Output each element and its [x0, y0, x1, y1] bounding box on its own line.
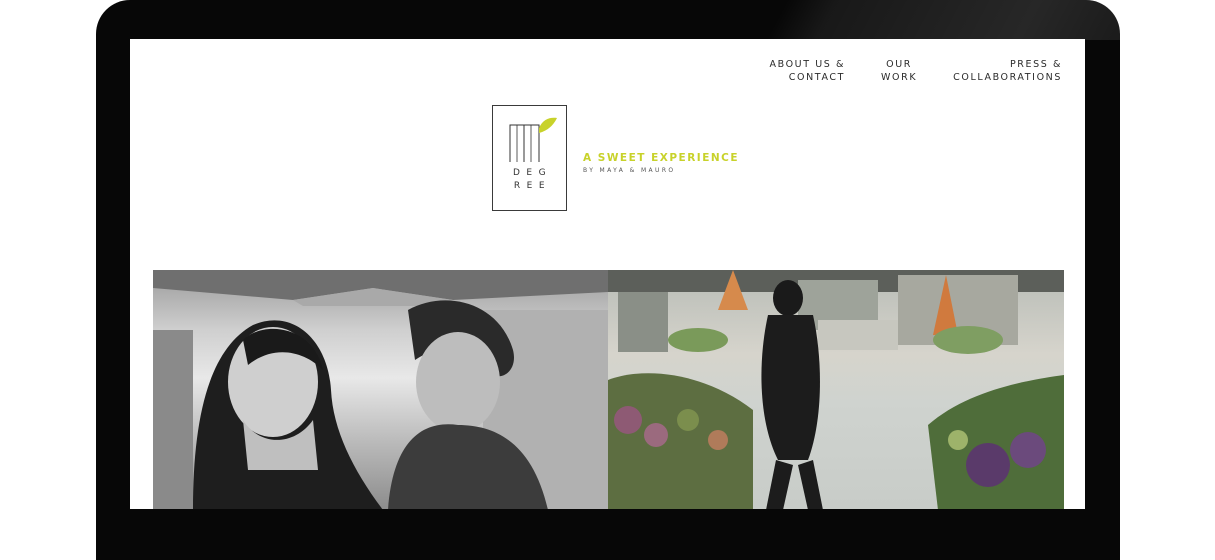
tagline: A SWEET EXPERIENCE BY MAYA & MAURO — [583, 152, 739, 174]
nav-press-line1: PRESS & — [1009, 59, 1062, 70]
nav-about-line1: ABOUT US & — [769, 59, 846, 70]
nav-press-collaborations[interactable]: PRESS & COLLABORATIONS — [953, 58, 1062, 84]
nav-about-line2: CONTACT — [788, 72, 846, 83]
tagline-sub: BY MAYA & MAURO — [583, 167, 676, 174]
market-photo-icon — [608, 270, 1064, 509]
couple-photo[interactable] — [153, 270, 608, 509]
nav-work-line2: WORK — [881, 72, 918, 83]
nav-about-contact[interactable]: ABOUT US & CONTACT — [770, 58, 846, 84]
degree-logo[interactable]: DEG REE — [492, 105, 567, 211]
nav-work-line1: OUR — [886, 59, 913, 70]
nav-our-work[interactable]: OUR WORK — [881, 58, 917, 84]
logo-text-ree: REE — [513, 181, 552, 191]
couple-photo-icon — [153, 270, 608, 509]
market-photo[interactable] — [608, 270, 1064, 509]
main-nav: ABOUT US & CONTACT OUR WORK PRESS & COLL… — [770, 58, 1062, 84]
hero-photos — [153, 270, 1064, 509]
nav-press-line2: COLLABORATIONS — [953, 72, 1062, 83]
logo-text-deg: DEG — [512, 168, 553, 178]
tagline-main: A SWEET EXPERIENCE — [583, 152, 740, 164]
website-screen: ABOUT US & CONTACT OUR WORK PRESS & COLL… — [130, 39, 1085, 509]
logo-mark-icon — [509, 117, 557, 162]
